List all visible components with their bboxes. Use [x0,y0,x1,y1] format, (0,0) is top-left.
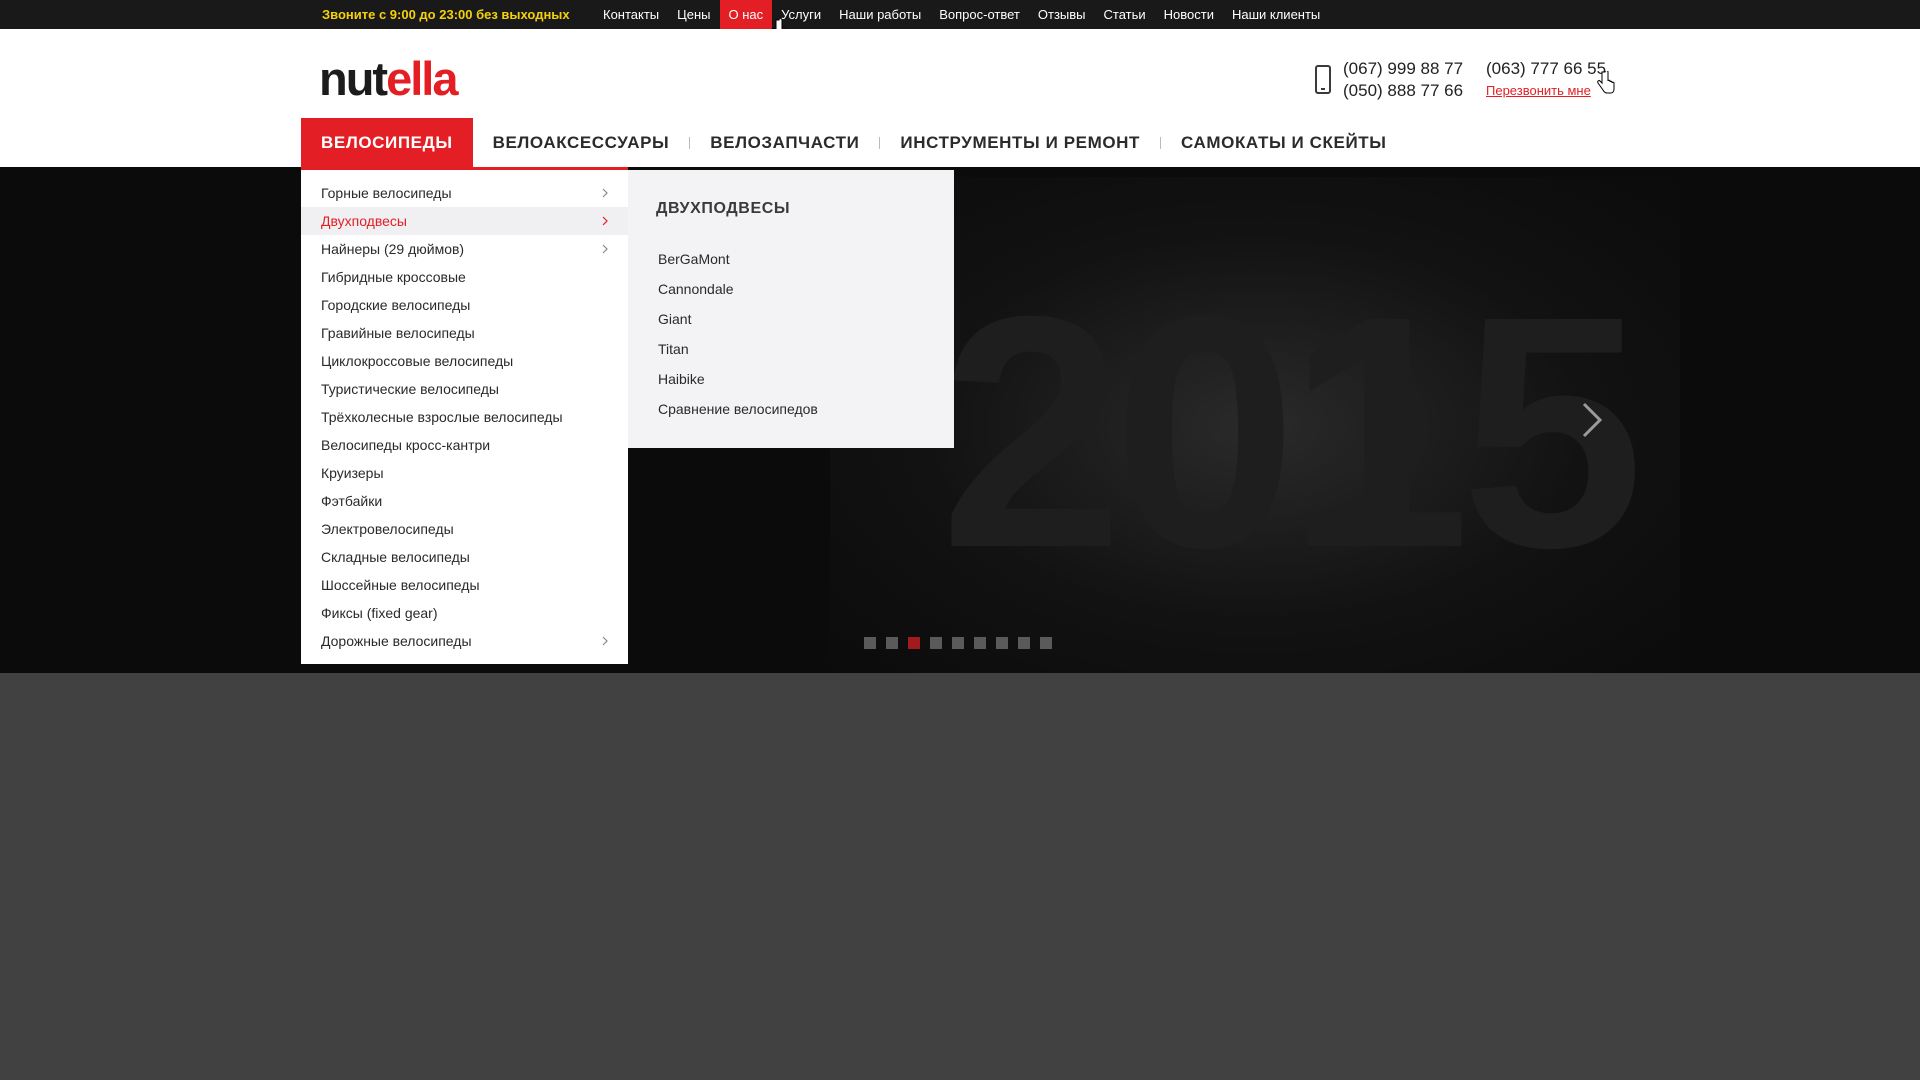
category-item[interactable]: Городские велосипеды [301,291,628,319]
category-label: Циклокроссовые велосипеды [321,353,514,369]
top-links: Контакты Цены О нас Услуги Наши работы Вопрос… [594,0,1329,29]
phone-number-3[interactable]: (063) 777 66 55 [1486,59,1606,79]
subcategory-panel: ДВУХПОДВЕСЫ BerGaMont Cannondale Giant Tita… [628,170,954,448]
slider-dot[interactable] [908,637,920,649]
top-link[interactable]: Статьи [1095,0,1155,29]
chevron-right-icon [602,244,608,254]
main-nav-item[interactable]: САМОКАТЫ И СКЕЙТЫ [1161,118,1406,167]
category-label: Городские велосипеды [321,297,471,313]
category-item[interactable]: Горные велосипеды [301,179,628,207]
category-label: Складные велосипеды [321,549,470,565]
category-label: Гравийные велосипеды [321,325,475,341]
category-label: Фэтбайки [321,493,383,509]
brand-link[interactable]: Titan [658,334,818,364]
category-item[interactable]: Дорожные велосипеды [301,627,628,655]
category-item[interactable]: Шоссейные велосипеды [301,571,628,599]
category-label: Шоссейные велосипеды [321,577,480,593]
category-label: Горные велосипеды [321,185,452,201]
top-link[interactable]: О нас [719,0,773,29]
category-list: Горные велосипеды Двухподвесы Найнеры (29 … [301,170,628,655]
hero-background-text: 2015 [940,247,1644,616]
slider-dot[interactable] [1018,637,1030,649]
category-item[interactable]: Трёхколесные взрослые велосипеды [301,403,628,431]
top-link[interactable]: Новости [1155,0,1223,29]
brand-link[interactable]: BerGaMont [658,244,818,274]
top-link[interactable]: Отзывы [1029,0,1095,29]
category-item[interactable]: Циклокроссовые велосипеды [301,347,628,375]
category-item[interactable]: Складные велосипеды [301,543,628,571]
category-label: Найнеры (29 дюймов) [321,241,465,257]
main-nav-item[interactable]: ВЕЛОАКСЕССУАРЫ [473,118,690,167]
category-item[interactable]: Гравийные велосипеды [301,319,628,347]
category-label: Гибридные кроссовые [321,269,466,285]
category-label: Фиксы (fixed gear) [321,605,438,621]
chevron-right-icon [602,216,608,226]
top-link[interactable]: Наши клиенты [1223,0,1329,29]
category-item[interactable]: Круизеры [301,459,628,487]
category-label: Трёхколесные взрослые велосипеды [321,409,563,425]
slider-dot[interactable] [864,637,876,649]
category-label: Электровелосипеды [321,521,454,537]
top-link[interactable]: Цены [668,0,719,29]
category-item[interactable]: Гибридные кроссовые [301,263,628,291]
main-nav-item[interactable]: ИНСТРУМЕНТЫ И РЕМОНТ [880,118,1160,167]
top-bar: Звоните с 9:00 до 23:00 без выходных Кон… [0,0,1920,42]
mobile-phone-icon [1315,65,1331,94]
top-link[interactable]: Вопрос-ответ [930,0,1029,29]
brand-link[interactable]: Сравнение велосипедов [658,394,818,424]
slider-dot[interactable] [996,637,1008,649]
category-item[interactable]: Велосипеды кросс-кантри [301,431,628,459]
slider-dot[interactable] [930,637,942,649]
category-item[interactable]: Найнеры (29 дюймов) [301,235,628,263]
brand-links: BerGaMont Cannondale Giant Titan Haibike Срав… [658,244,818,424]
category-label: Дорожные велосипеды [321,633,472,649]
slider-dot[interactable] [952,637,964,649]
brand-link[interactable]: Haibike [658,364,818,394]
main-nav-item[interactable]: ВЕЛОЗАПЧАСТИ [690,118,879,167]
phone-number-1[interactable]: (067) 999 88 77 [1343,59,1463,79]
category-item[interactable]: Туристические велосипеды [301,375,628,403]
chevron-right-icon [602,188,608,198]
callback-link[interactable]: Перезвонить мне [1486,83,1591,98]
logo-text-red: ella [386,52,458,105]
phone-number-2[interactable]: (050) 888 77 66 [1343,81,1463,101]
category-item[interactable]: Фиксы (fixed gear) [301,599,628,627]
hand-cursor-icon [1597,71,1615,94]
category-item[interactable]: Фэтбайки [301,487,628,515]
bikes-dropdown-menu: Горные велосипеды Двухподвесы Найнеры (29 … [301,167,628,664]
category-label: Туристические велосипеды [321,381,499,397]
chevron-right-icon [602,636,608,646]
slider-dot[interactable] [886,637,898,649]
category-label: Двухподвесы [321,213,407,229]
logo[interactable]: nutella [319,49,458,109]
logo-text-dark: nut [319,52,388,105]
category-label: Велосипеды кросс-кантри [321,437,491,453]
brand-link[interactable]: Giant [658,304,818,334]
main-nav: ВЕЛОСИПЕДЫ ВЕЛОАКСЕССУАРЫ ВЕЛОЗАПЧАСТИ ИНСТ… [301,118,1407,167]
slider-dots [864,637,1052,649]
brand-link[interactable]: Cannondale [658,274,818,304]
top-link[interactable]: Наши работы [830,0,930,29]
top-link[interactable]: Контакты [594,0,668,29]
subpanel-title: ДВУХПОДВЕСЫ [656,200,791,217]
category-item[interactable]: Двухподвесы [301,207,628,235]
hero-slider: 2015 [0,167,1920,673]
category-item[interactable]: Электровелосипеды [301,515,628,543]
main-nav-item[interactable]: ВЕЛОСИПЕДЫ [301,118,473,167]
category-label: Круизеры [321,465,384,481]
chevron-right-icon[interactable] [1580,400,1604,440]
slider-dot[interactable] [974,637,986,649]
working-hours: Звоните с 9:00 до 23:00 без выходных [322,7,570,22]
slider-dot[interactable] [1040,637,1052,649]
